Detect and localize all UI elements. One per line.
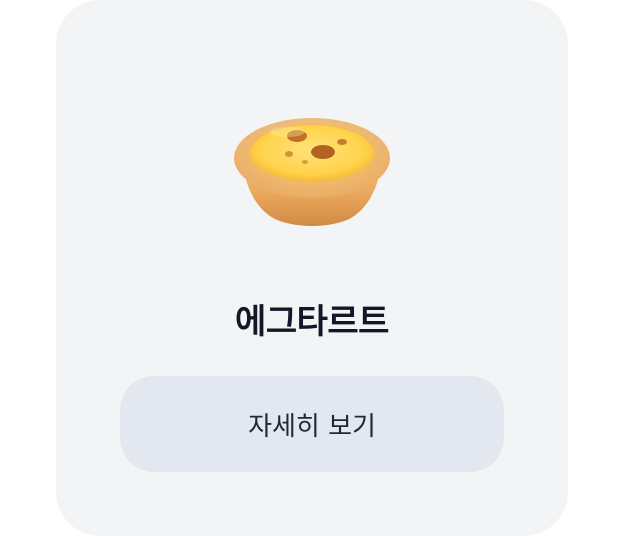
- product-title: 에그타르트: [235, 302, 389, 342]
- view-details-button[interactable]: 자세히 보기: [120, 376, 504, 472]
- product-card: 에그타르트 자세히 보기: [56, 0, 568, 536]
- egg-tart-icon: [56, 100, 568, 240]
